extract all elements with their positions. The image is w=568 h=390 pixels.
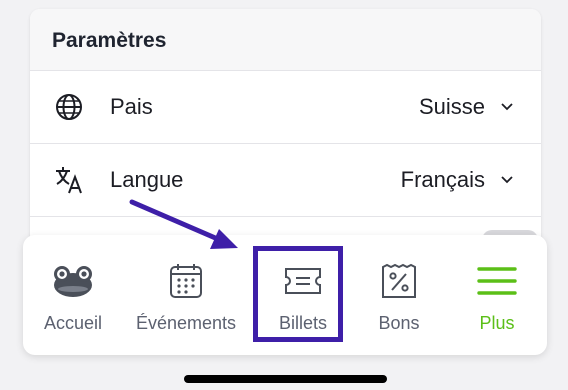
nav-label-evenements: Événements <box>135 313 237 333</box>
annotation-arrow-icon <box>129 199 238 249</box>
country-value[interactable]: Suisse <box>419 94 485 120</box>
language-row[interactable]: Langue Français <box>30 144 541 217</box>
settings-card: Paramètres Pais Suisse Langue Français <box>30 9 541 269</box>
nav-item-accueil[interactable]: Accueil <box>23 235 123 355</box>
menu-icon <box>477 267 517 295</box>
nav-label-accueil: Accueil <box>43 313 103 333</box>
nav-item-bons[interactable]: Bons <box>349 235 449 355</box>
translate-icon <box>56 167 82 194</box>
calendar-icon <box>170 264 202 298</box>
nav-item-plus[interactable]: Plus <box>447 235 547 355</box>
country-row[interactable]: Pais Suisse <box>30 71 541 144</box>
chevron-down-icon <box>501 176 513 184</box>
country-label: Pais <box>110 94 153 119</box>
nav-label-plus: Plus <box>479 313 515 333</box>
voucher-icon <box>382 263 416 298</box>
language-value[interactable]: Français <box>401 167 485 193</box>
settings-header: Paramètres <box>30 9 541 71</box>
frog-icon <box>54 266 92 297</box>
globe-icon <box>56 94 82 120</box>
chevron-down-icon <box>501 103 513 111</box>
nav-label-bons: Bons <box>378 313 420 333</box>
annotation-highlight-box <box>253 246 343 342</box>
settings-title: Paramètres <box>52 29 167 52</box>
home-indicator[interactable] <box>184 375 387 383</box>
